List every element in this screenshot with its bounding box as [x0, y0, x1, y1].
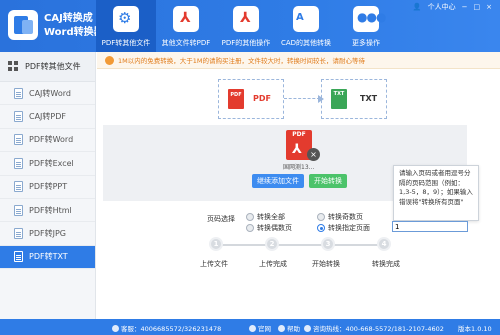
radio-convert-all[interactable]: 转换全部	[246, 212, 285, 222]
app-title-line2: Word转换器	[44, 27, 104, 38]
home-icon	[249, 325, 256, 332]
file-icon	[14, 111, 23, 123]
maximize-button[interactable]: □	[474, 3, 481, 11]
step-4-label: 转换完成	[372, 260, 400, 268]
target-format-label: TXT	[360, 94, 378, 103]
tab-label: 更多操作	[352, 39, 380, 47]
gear-icon: ⚙	[113, 6, 139, 32]
tab-label: CAD的其他转换	[280, 39, 332, 47]
qq-icon	[112, 325, 119, 332]
tab-pdf-other-ops[interactable]: ⅄ PDF的其他操作	[216, 0, 276, 52]
remove-file-button[interactable]: ×	[307, 148, 320, 161]
sidebar-item-pdf-to-word[interactable]: PDF转Word	[0, 129, 95, 153]
app-title: CAJ转换成 Word转换器	[44, 12, 104, 40]
grid-icon	[8, 61, 19, 72]
target-format-box: TXT TXT	[321, 79, 387, 119]
file-name: 国网测13...	[283, 164, 315, 171]
website-link[interactable]: 官网	[249, 323, 271, 333]
user-center-link[interactable]: 个人中心	[428, 2, 456, 12]
page-range-input[interactable]	[392, 221, 468, 232]
step-3-label: 开始转换	[312, 260, 340, 268]
close-button[interactable]: ×	[486, 3, 492, 11]
version-label: 版本1.0.10	[458, 325, 492, 333]
tab-label: 其他文件转PDF	[161, 39, 211, 47]
tab-other-to-pdf[interactable]: ⅄ 其他文件转PDF	[156, 0, 216, 52]
app-title-line1: CAJ转换成	[44, 13, 93, 24]
progress-track	[211, 244, 389, 246]
app-header: CAJ转换成 Word转换器 ⚙ PDF转其他文件 ⅄ 其他文件转PDF ⅄ P…	[0, 0, 500, 52]
footer-bar: 客服：4006685572/326231478 官网 帮助 咨询热线：400-6…	[0, 319, 500, 335]
sidebar: PDF转其他文件 CAJ转Word CAJ转PDF PDF转Word PDF转E…	[0, 52, 96, 335]
app-logo-icon	[8, 10, 38, 40]
cad-icon: A	[293, 6, 319, 32]
sidebar-item-caj-to-pdf[interactable]: CAJ转PDF	[0, 105, 95, 129]
source-format-label: PDF	[253, 94, 271, 103]
step-1-indicator: 1	[209, 237, 223, 251]
sidebar-item-pdf-to-html[interactable]: PDF转Html	[0, 199, 95, 223]
qq-support[interactable]: 客服：4006685572/326231478	[112, 323, 221, 333]
pdf-icon: ⅄	[173, 6, 199, 32]
source-format-box: PDF PDF	[218, 79, 284, 119]
pdf-icon: PDF	[228, 89, 244, 109]
page-input-tooltip: 请输入页码或者用逗号分隔的页码范围（例如：1,3-5，8，9）；如果输入错误将"…	[393, 165, 479, 221]
help-link[interactable]: 帮助	[278, 323, 300, 333]
more-icon: ●●●	[353, 6, 386, 32]
sidebar-header: PDF转其他文件	[0, 52, 95, 82]
header-right: 👤 个人中心 − □ ×	[413, 2, 492, 12]
sidebar-item-pdf-to-excel[interactable]: PDF转Excel	[0, 152, 95, 176]
tab-label: PDF的其他操作	[221, 39, 271, 47]
tab-more-ops[interactable]: ●●● 更多操作	[336, 0, 396, 52]
page-select-label: 页码选择	[207, 215, 235, 223]
step-2-label: 上传完成	[259, 260, 287, 268]
txt-icon: TXT	[331, 89, 347, 109]
start-convert-button[interactable]: 开始转换	[309, 174, 347, 188]
sidebar-header-label: PDF转其他文件	[25, 62, 81, 71]
top-nav: ⚙ PDF转其他文件 ⅄ 其他文件转PDF ⅄ PDF的其他操作 A CAD的其…	[96, 0, 396, 52]
file-icon	[14, 251, 23, 263]
file-icon	[14, 87, 23, 99]
file-icon	[14, 157, 23, 169]
minimize-button[interactable]: −	[462, 3, 468, 11]
file-icon	[14, 204, 23, 216]
notice-text: 1M以内的免费转换，大于1M的请购买注册，文件较大时，转换时间较长，请耐心等待	[118, 57, 365, 65]
info-icon	[105, 55, 114, 65]
notice-bar: 1M以内的免费转换，大于1M的请购买注册，文件较大时，转换时间较长，请耐心等待	[97, 52, 500, 69]
file-icon	[14, 181, 23, 193]
sidebar-item-pdf-to-ppt[interactable]: PDF转PPT	[0, 176, 95, 199]
tab-pdf-to-other[interactable]: ⚙ PDF转其他文件	[96, 0, 156, 52]
sidebar-item-pdf-to-jpg[interactable]: PDF转JPG	[0, 222, 95, 246]
user-icon: 👤	[412, 3, 422, 11]
radio-convert-specific[interactable]: 转换指定页面	[317, 223, 370, 233]
tab-label: PDF转其他文件	[101, 39, 151, 47]
step-1-label: 上传文件	[200, 260, 228, 268]
step-3-indicator: 3	[321, 237, 335, 251]
image-icon	[14, 228, 23, 240]
help-icon	[278, 325, 285, 332]
file-icon	[14, 134, 23, 146]
sidebar-item-caj-to-word[interactable]: CAJ转Word	[0, 82, 95, 106]
add-file-button[interactable]: 继续添加文件	[252, 174, 304, 188]
radio-convert-even[interactable]: 转换偶数页	[246, 223, 292, 233]
sidebar-item-pdf-to-txt[interactable]: PDF转TXT	[0, 245, 95, 270]
flow-arrow	[284, 98, 320, 99]
tab-cad-convert[interactable]: A CAD的其他转换	[276, 0, 336, 52]
phone-icon	[304, 325, 311, 332]
pdf-icon: ⅄	[292, 142, 302, 157]
pdf-icon: ⅄	[233, 6, 259, 32]
radio-convert-odd[interactable]: 转换奇数页	[317, 212, 363, 222]
step-2-indicator: 2	[265, 237, 279, 251]
step-4-indicator: 4	[377, 237, 391, 251]
hotline: 咨询热线：400-668-5572/181-2107-4602	[304, 323, 444, 333]
